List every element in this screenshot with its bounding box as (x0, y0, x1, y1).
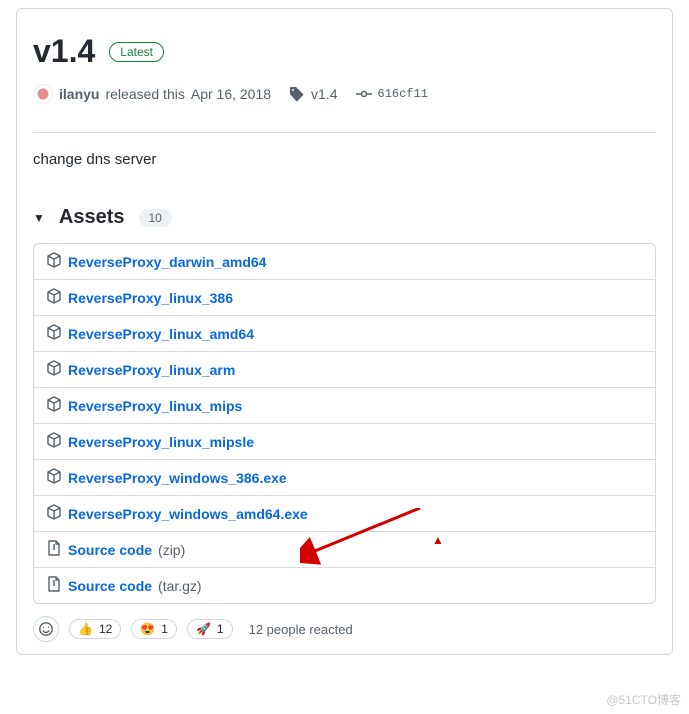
rocket-count: 1 (217, 622, 224, 636)
tag-block[interactable]: v1.4 (289, 86, 337, 102)
asset-row[interactable]: ReverseProxy_linux_mips (34, 387, 655, 423)
commit-block[interactable]: 616cf11 (356, 86, 428, 102)
asset-link[interactable]: ReverseProxy_linux_arm (68, 362, 235, 378)
asset-link[interactable]: ReverseProxy_linux_mips (68, 398, 242, 414)
asset-link[interactable]: Source code (68, 542, 152, 558)
asset-link[interactable]: ReverseProxy_windows_386.exe (68, 470, 287, 486)
package-icon (46, 504, 62, 523)
thumbs-up-emoji: 👍 (78, 622, 93, 636)
assets-count: 10 (139, 209, 172, 227)
release-title: v1.4 (33, 33, 95, 70)
heart-eyes-count: 1 (161, 622, 168, 636)
commit-hash: 616cf11 (378, 87, 428, 101)
tag-name: v1.4 (311, 86, 337, 102)
reactions-bar: 👍 12 😍 1 🚀 1 12 people reacted (33, 616, 656, 642)
assets-heading: Assets (59, 206, 125, 229)
release-body: change dns server (33, 151, 656, 168)
watermark: @51CTO博客 (606, 691, 681, 708)
released-text: released this (105, 86, 184, 102)
asset-row[interactable]: ReverseProxy_darwin_amd64 (34, 244, 655, 279)
asset-row[interactable]: ReverseProxy_linux_386 (34, 279, 655, 315)
reaction-heart-eyes[interactable]: 😍 1 (131, 619, 177, 639)
caret-down-icon: ▼ (33, 211, 45, 225)
package-icon (46, 432, 62, 451)
avatar[interactable] (33, 84, 53, 104)
meta-row: ilanyu released this Apr 16, 2018 v1.4 6… (33, 84, 656, 104)
reaction-rocket[interactable]: 🚀 1 (187, 619, 233, 639)
asset-row[interactable]: ReverseProxy_linux_arm (34, 351, 655, 387)
rocket-emoji: 🚀 (196, 622, 211, 636)
release-card: v1.4 Latest ilanyu released this Apr 16,… (16, 8, 673, 655)
asset-link[interactable]: ReverseProxy_linux_386 (68, 290, 233, 306)
asset-extension: (tar.gz) (158, 578, 202, 594)
asset-row[interactable]: ReverseProxy_linux_mipsle (34, 423, 655, 459)
package-icon (46, 324, 62, 343)
file-zip-icon (46, 576, 62, 595)
package-icon (46, 360, 62, 379)
heart-eyes-emoji: 😍 (140, 622, 155, 636)
tag-icon (289, 86, 305, 102)
reaction-thumbs-up[interactable]: 👍 12 (69, 619, 121, 639)
package-icon (46, 288, 62, 307)
asset-row[interactable]: Source code (tar.gz) (34, 567, 655, 603)
divider (33, 132, 656, 133)
thumbs-up-count: 12 (99, 622, 112, 636)
asset-row[interactable]: Source code (zip) (34, 531, 655, 567)
asset-link[interactable]: ReverseProxy_linux_mipsle (68, 434, 254, 450)
release-date: Apr 16, 2018 (191, 86, 271, 102)
asset-row[interactable]: ReverseProxy_windows_amd64.exe (34, 495, 655, 531)
latest-badge: Latest (109, 42, 164, 62)
package-icon (46, 396, 62, 415)
asset-row[interactable]: ReverseProxy_linux_amd64 (34, 315, 655, 351)
asset-link[interactable]: Source code (68, 578, 152, 594)
asset-link[interactable]: ReverseProxy_windows_amd64.exe (68, 506, 308, 522)
author-block[interactable]: ilanyu released this Apr 16, 2018 (33, 84, 271, 104)
file-zip-icon (46, 540, 62, 559)
asset-extension: (zip) (158, 542, 185, 558)
package-icon (46, 468, 62, 487)
package-icon (46, 252, 62, 271)
reaction-summary: 12 people reacted (249, 622, 353, 637)
asset-row[interactable]: ReverseProxy_windows_386.exe (34, 459, 655, 495)
asset-link[interactable]: ReverseProxy_linux_amd64 (68, 326, 254, 342)
add-reaction-button[interactable] (33, 616, 59, 642)
smiley-icon (38, 621, 54, 637)
commit-icon (356, 86, 372, 102)
assets-toggle[interactable]: ▼ Assets 10 (33, 206, 656, 229)
author-name[interactable]: ilanyu (59, 86, 99, 102)
asset-list: ReverseProxy_darwin_amd64 ReverseProxy_li… (33, 243, 656, 604)
asset-link[interactable]: ReverseProxy_darwin_amd64 (68, 254, 266, 270)
title-row: v1.4 Latest (33, 33, 656, 70)
